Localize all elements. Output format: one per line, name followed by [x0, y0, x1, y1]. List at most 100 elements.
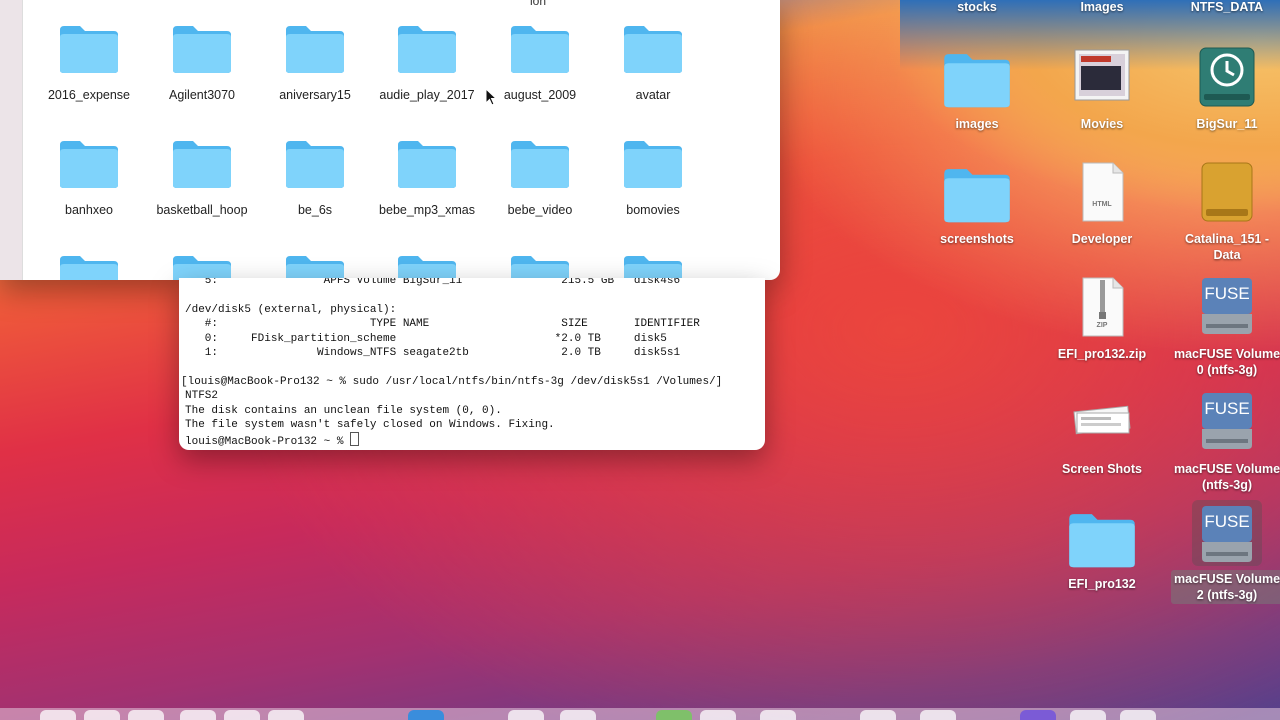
- partial-folder-label: ion: [530, 0, 547, 8]
- folder-item[interactable]: bebe_mp3_xmas: [371, 137, 483, 217]
- mouse-pointer-icon: [485, 88, 497, 106]
- desktop-item-label: Images: [1080, 0, 1124, 14]
- folder-name: avatar: [635, 88, 671, 102]
- desktop-item[interactable]: Screen Shots: [1046, 391, 1158, 477]
- dock-app-icon[interactable]: [656, 710, 692, 720]
- folder-item[interactable]: [259, 252, 371, 280]
- terminal-output[interactable]: 5: APFS Volume BigSur_11 215.5 GB disk4s…: [179, 278, 765, 449]
- terminal-line: NTFS2: [185, 390, 219, 403]
- fuse-badge: FUSE: [1204, 284, 1250, 303]
- screen-shots-stack-icon: [1067, 391, 1137, 457]
- dock-app-icon[interactable]: [1120, 710, 1156, 720]
- dock-app-icon[interactable]: [860, 710, 896, 720]
- folder-icon: [171, 252, 233, 280]
- desktop-item-selected[interactable]: FUSE macFUSE Volume 2 (ntfs-3g): [1171, 500, 1280, 604]
- text-cursor: [350, 432, 360, 447]
- desktop-item-label: EFI_pro132: [1068, 577, 1136, 591]
- folder-icon: [622, 22, 684, 74]
- dock-app-icon[interactable]: [40, 710, 76, 720]
- dock-app-icon[interactable]: [268, 710, 304, 720]
- folder-icon: [396, 252, 458, 280]
- dock-app-icon[interactable]: [180, 710, 216, 720]
- folder-item[interactable]: 2016_expense: [33, 22, 145, 102]
- folder-name: basketball_hoop: [156, 203, 248, 217]
- terminal-prompt-line[interactable]: louis@MacBook-Pro132 ~ %: [185, 432, 765, 449]
- desktop-item-top-col3[interactable]: NTFS_DATA: [1171, 0, 1280, 15]
- zip-badge: ZIP: [1096, 322, 1108, 329]
- desktop-item[interactable]: screenshots: [921, 161, 1033, 247]
- terminal-line: The disk contains an unclean file system…: [185, 404, 502, 417]
- folder-icon: [171, 22, 233, 74]
- folder-icon: [942, 46, 1012, 112]
- dock-app-icon[interactable]: [1070, 710, 1106, 720]
- folder-icon: [284, 137, 346, 189]
- desktop-item[interactable]: EFI_pro132: [1046, 506, 1158, 592]
- desktop-item[interactable]: HTML Developer: [1046, 161, 1158, 247]
- folder-name: bomovies: [626, 203, 680, 217]
- desktop-item[interactable]: FUSE macFUSE Volume 0 (ntfs-3g): [1171, 276, 1280, 378]
- fuse-badge: FUSE: [1204, 399, 1250, 418]
- dock-app-icon[interactable]: [920, 710, 956, 720]
- desktop-item-label: macFUSE Volume 2 (ntfs-3g): [1171, 570, 1280, 604]
- terminal-line: /dev/disk5 (external, physical):: [185, 303, 397, 316]
- folder-item[interactable]: august_2009: [484, 22, 596, 102]
- desktop-item-top-col2[interactable]: Images: [1046, 0, 1158, 15]
- dock-app-icon[interactable]: [408, 710, 444, 720]
- terminal-line: #: TYPE NAME SIZE IDENTIFIER: [185, 318, 700, 331]
- terminal-prompt: louis@MacBook-Pro132 ~ %: [185, 436, 351, 449]
- folder-item[interactable]: banhxeo: [33, 137, 145, 217]
- folder-icon: [509, 252, 571, 280]
- dock-app-icon[interactable]: [700, 710, 736, 720]
- desktop-item-label: stocks: [957, 0, 997, 14]
- finder-window[interactable]: ion 2016_expense Agilent3070 aniversary1…: [0, 0, 780, 280]
- folder-item[interactable]: basketball_hoop: [146, 137, 258, 217]
- folder-item[interactable]: be_6s: [259, 137, 371, 217]
- dock-app-icon[interactable]: [560, 710, 596, 720]
- terminal-line: 1: Windows_NTFS seagate2tb 2.0 TB disk5s…: [185, 346, 681, 359]
- desktop-item-top-col1[interactable]: stocks: [921, 0, 1033, 15]
- dock-app-icon[interactable]: [1020, 710, 1056, 720]
- folder-item[interactable]: aniversary15: [259, 22, 371, 102]
- terminal-window[interactable]: 5: APFS Volume BigSur_11 215.5 GB disk4s…: [179, 278, 765, 450]
- folder-item[interactable]: [33, 252, 145, 280]
- dock-app-icon[interactable]: [760, 710, 796, 720]
- desktop-item-label: Movies: [1080, 117, 1124, 131]
- folder-name: aniversary15: [279, 88, 351, 102]
- desktop-item[interactable]: images: [921, 46, 1033, 132]
- desktop-item[interactable]: FUSE macFUSE Volume (ntfs-3g): [1171, 391, 1280, 493]
- folder-icon: [396, 137, 458, 189]
- folder-item[interactable]: [146, 252, 258, 280]
- dock-app-icon[interactable]: [84, 710, 120, 720]
- desktop-item[interactable]: ZIP EFI_pro132.zip: [1046, 276, 1158, 362]
- folder-item[interactable]: [371, 252, 483, 280]
- folder-item[interactable]: [597, 252, 709, 280]
- folder-icon: [509, 137, 571, 189]
- folder-item[interactable]: avatar: [597, 22, 709, 102]
- desktop-item[interactable]: Catalina_151 - Data: [1171, 161, 1280, 263]
- folder-icon: [284, 252, 346, 280]
- desktop-item-label: macFUSE Volume 0 (ntfs-3g): [1173, 347, 1280, 377]
- html-document-icon: HTML: [1067, 161, 1137, 227]
- dock-app-icon[interactable]: [224, 710, 260, 720]
- folder-name: 2016_expense: [47, 88, 131, 102]
- dock-app-icon[interactable]: [508, 710, 544, 720]
- folder-icon: [942, 161, 1012, 227]
- dock-app-icon[interactable]: [128, 710, 164, 720]
- fuse-badge: FUSE: [1204, 512, 1250, 531]
- desktop-item[interactable]: BigSur_11: [1171, 46, 1280, 132]
- desktop-item-label: macFUSE Volume (ntfs-3g): [1173, 462, 1280, 492]
- folder-item[interactable]: bebe_video: [484, 137, 596, 217]
- folder-item[interactable]: bomovies: [597, 137, 709, 217]
- fuse-volume-icon: FUSE: [1192, 276, 1262, 342]
- desktop-item[interactable]: Movies: [1046, 46, 1158, 132]
- folder-item[interactable]: [484, 252, 596, 280]
- folder-icon: [58, 252, 120, 280]
- html-badge: HTML: [1092, 201, 1112, 208]
- desktop-item-label: BigSur_11: [1196, 117, 1258, 131]
- folder-item[interactable]: audie_play_2017: [371, 22, 483, 102]
- folder-icon: [171, 137, 233, 189]
- desktop-item-label: images: [955, 117, 999, 131]
- folder-item[interactable]: Agilent3070: [146, 22, 258, 102]
